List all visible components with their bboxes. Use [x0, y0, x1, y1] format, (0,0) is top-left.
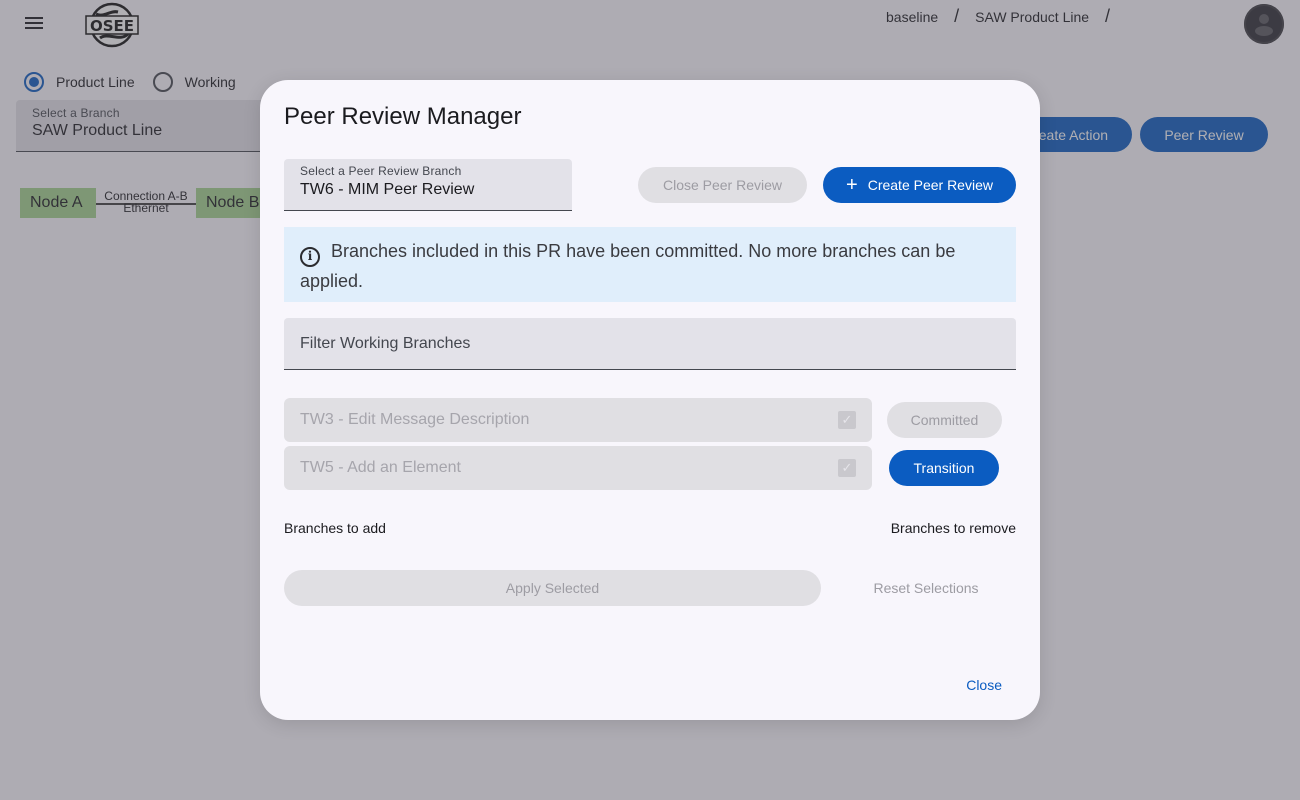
branch-checkbox[interactable]: ✓ [838, 411, 856, 429]
branch-checkbox[interactable]: ✓ [838, 459, 856, 477]
alert-text: Branches included in this PR have been c… [300, 241, 956, 291]
peer-review-branch-select[interactable]: Select a Peer Review Branch TW6 - MIM Pe… [284, 159, 572, 211]
apply-selected-button[interactable]: Apply Selected [284, 570, 821, 606]
dialog-title: Peer Review Manager [284, 103, 522, 130]
info-icon: i [300, 246, 320, 267]
branch-name: TW3 - Edit Message Description [300, 411, 530, 428]
info-alert: i Branches included in this PR have been … [284, 227, 1016, 302]
pr-select-label: Select a Peer Review Branch [300, 164, 462, 178]
filter-placeholder: Filter Working Branches [300, 334, 471, 352]
branch-name: TW5 - Add an Element [300, 459, 461, 476]
filter-working-branches-input[interactable]: Filter Working Branches [284, 318, 1016, 370]
pr-select-value: TW6 - MIM Peer Review [300, 181, 475, 198]
peer-review-manager-dialog: Peer Review Manager Select a Peer Review… [260, 80, 1040, 720]
plus-icon: + [846, 174, 858, 196]
reset-selections-button[interactable]: Reset Selections [857, 570, 995, 606]
branches-to-remove-label: Branches to remove [890, 520, 1016, 536]
close-dialog-button[interactable]: Close [966, 677, 1002, 693]
create-peer-review-label: Create Peer Review [867, 177, 993, 193]
branches-to-add-label: Branches to add [284, 520, 386, 536]
branch-list-item[interactable]: TW5 - Add an Element ✓ [284, 446, 872, 490]
branch-list-item[interactable]: TW3 - Edit Message Description ✓ [284, 398, 872, 442]
create-peer-review-button[interactable]: + Create Peer Review [823, 167, 1016, 203]
close-peer-review-button[interactable]: Close Peer Review [638, 167, 807, 203]
committed-status-button[interactable]: Committed [887, 402, 1002, 438]
transition-button[interactable]: Transition [889, 450, 999, 486]
